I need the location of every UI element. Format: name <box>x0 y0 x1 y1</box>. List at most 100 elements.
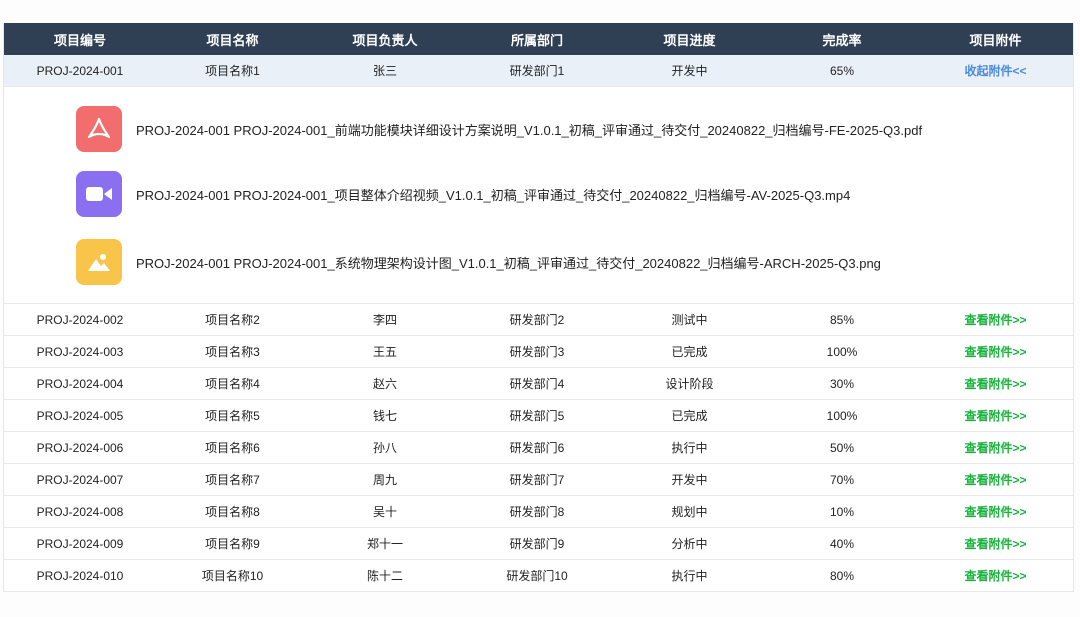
cell-progress: 设计阶段 <box>665 377 714 391</box>
video-file-icon <box>76 171 122 217</box>
cell-progress: 开发中 <box>671 473 708 487</box>
table-row: PROJ-2024-004 项目名称4 赵六 研发部门4 设计阶段 30% 查看附件>> <box>4 368 1073 400</box>
cell-progress: 分析中 <box>671 537 708 551</box>
cell-completion-rate: 85% <box>829 312 855 327</box>
cell-department: 研发部门1 <box>509 64 565 78</box>
view-attachments-link[interactable]: 查看附件>> <box>964 537 1026 551</box>
cell-owner: 孙八 <box>372 441 397 455</box>
cell-completion-rate: 65% <box>829 63 855 78</box>
cell-department: 研发部门4 <box>509 377 565 391</box>
cell-project-name: 项目名称9 <box>205 537 260 551</box>
attachment-file-name: PROJ-2024-001 PROJ-2024-001_前端功能模块详细设计方案… <box>136 122 923 138</box>
view-attachments-link[interactable]: 查看附件>> <box>964 473 1026 487</box>
view-attachments-link[interactable]: 查看附件>> <box>964 377 1026 391</box>
cell-completion-rate: 100% <box>826 344 858 359</box>
cell-project-id: PROJ-2024-002 <box>36 312 124 327</box>
cell-department: 研发部门2 <box>509 313 565 327</box>
table-row: PROJ-2024-006 项目名称6 孙八 研发部门6 执行中 50% 查看附件>> <box>4 432 1073 464</box>
cell-owner: 周九 <box>372 473 397 487</box>
image-file-icon <box>76 239 122 285</box>
cell-project-name: 项目名称1 <box>205 64 260 78</box>
cell-project-name: 项目名称3 <box>205 345 260 359</box>
cell-completion-rate: 80% <box>829 568 855 583</box>
cell-project-id: PROJ-2024-001 <box>36 63 124 78</box>
cell-owner: 李四 <box>372 313 397 327</box>
table-row: PROJ-2024-008 项目名称8 吴十 研发部门8 规划中 10% 查看附件>> <box>4 496 1073 528</box>
header-department: 所属部门 <box>510 32 563 48</box>
cell-project-name: 项目名称4 <box>205 377 260 391</box>
cell-project-name: 项目名称10 <box>201 569 264 583</box>
cell-department: 研发部门6 <box>509 441 565 455</box>
attachment-item-video[interactable]: PROJ-2024-001 PROJ-2024-001_项目整体介绍视频_V1.… <box>76 171 850 217</box>
table-row: PROJ-2024-009 项目名称9 郑十一 研发部门9 分析中 40% 查看附件>> <box>4 528 1073 560</box>
cell-owner: 郑十一 <box>366 537 403 551</box>
table-row: PROJ-2024-007 项目名称7 周九 研发部门7 开发中 70% 查看附件>> <box>4 464 1073 496</box>
cell-project-id: PROJ-2024-007 <box>36 472 124 487</box>
cell-project-id: PROJ-2024-005 <box>36 408 124 423</box>
cell-completion-rate: 10% <box>829 504 855 519</box>
view-attachments-link[interactable]: 查看附件>> <box>964 505 1026 519</box>
cell-project-id: PROJ-2024-010 <box>36 568 124 583</box>
pdf-file-icon <box>76 106 122 152</box>
attachment-file-name: PROJ-2024-001 PROJ-2024-001_系统物理架构设计图_V1… <box>136 255 881 271</box>
table-row: PROJ-2024-010 项目名称10 陈十二 研发部门10 执行中 80% 查看附件>> <box>4 560 1073 592</box>
cell-owner: 王五 <box>372 345 397 359</box>
cell-progress: 已完成 <box>671 409 708 423</box>
table-row: PROJ-2024-002 项目名称2 李四 研发部门2 测试中 85% 查看附件>> <box>4 304 1073 336</box>
cell-department: 研发部门3 <box>509 345 565 359</box>
cell-progress: 开发中 <box>671 64 708 78</box>
cell-project-id: PROJ-2024-004 <box>36 376 124 391</box>
cell-progress: 规划中 <box>671 505 708 519</box>
view-attachments-link[interactable]: 查看附件>> <box>964 441 1026 455</box>
cell-project-name: 项目名称6 <box>205 441 260 455</box>
cell-project-id: PROJ-2024-006 <box>36 440 124 455</box>
cell-project-id: PROJ-2024-003 <box>36 344 124 359</box>
header-completion-rate: 完成率 <box>822 32 862 48</box>
cell-owner: 赵六 <box>372 377 397 391</box>
attachment-file-name: PROJ-2024-001 PROJ-2024-001_项目整体介绍视频_V1.… <box>136 187 851 203</box>
cell-project-name: 项目名称8 <box>205 505 260 519</box>
cell-project-name: 项目名称2 <box>205 313 260 327</box>
cell-department: 研发部门9 <box>509 537 565 551</box>
project-table: 项目编号 项目名称 项目负责人 所属部门 项目进度 完成率 项目附件 PROJ-… <box>3 23 1074 592</box>
attachments-panel: PROJ-2024-001 PROJ-2024-001_前端功能模块详细设计方案… <box>4 87 1073 304</box>
cell-completion-rate: 40% <box>829 536 855 551</box>
cell-completion-rate: 50% <box>829 440 855 455</box>
attachment-item-pdf[interactable]: PROJ-2024-001 PROJ-2024-001_前端功能模块详细设计方案… <box>76 106 922 152</box>
cell-completion-rate: 70% <box>829 472 855 487</box>
header-progress: 项目进度 <box>663 32 716 48</box>
cell-completion-rate: 30% <box>829 376 855 391</box>
cell-progress: 测试中 <box>671 313 708 327</box>
cell-department: 研发部门10 <box>506 569 568 583</box>
cell-progress: 执行中 <box>671 569 708 583</box>
collapse-attachments-link[interactable]: 收起附件<< <box>964 64 1026 78</box>
cell-progress: 已完成 <box>671 345 708 359</box>
header-project-owner: 项目负责人 <box>352 32 418 48</box>
view-attachments-link[interactable]: 查看附件>> <box>964 569 1026 583</box>
view-attachments-link[interactable]: 查看附件>> <box>964 409 1026 423</box>
cell-department: 研发部门7 <box>509 473 565 487</box>
cell-project-id: PROJ-2024-009 <box>36 536 124 551</box>
view-attachments-link[interactable]: 查看附件>> <box>964 313 1026 327</box>
cell-project-id: PROJ-2024-008 <box>36 504 124 519</box>
cell-owner: 吴十 <box>372 505 397 519</box>
cell-owner: 张三 <box>372 64 397 78</box>
header-attachments: 项目附件 <box>969 32 1022 48</box>
table-header: 项目编号 项目名称 项目负责人 所属部门 项目进度 完成率 项目附件 <box>4 23 1073 55</box>
header-project-name: 项目名称 <box>206 32 259 48</box>
cell-owner: 陈十二 <box>366 569 403 583</box>
view-attachments-link[interactable]: 查看附件>> <box>964 345 1026 359</box>
cell-owner: 钱七 <box>372 409 397 423</box>
table-row: PROJ-2024-005 项目名称5 钱七 研发部门5 已完成 100% 查看附件>> <box>4 400 1073 432</box>
table-row-expanded: PROJ-2024-001 项目名称1 张三 研发部门1 开发中 65% 收起附… <box>4 55 1073 87</box>
header-project-id: 项目编号 <box>53 32 106 48</box>
cell-department: 研发部门8 <box>509 505 565 519</box>
cell-project-name: 项目名称5 <box>205 409 260 423</box>
cell-department: 研发部门5 <box>509 409 565 423</box>
cell-progress: 执行中 <box>671 441 708 455</box>
cell-project-name: 项目名称7 <box>205 473 260 487</box>
table-row: PROJ-2024-003 项目名称3 王五 研发部门3 已完成 100% 查看附件>> <box>4 336 1073 368</box>
table-body: PROJ-2024-002 项目名称2 李四 研发部门2 测试中 85% 查看附件>> PRO… <box>4 304 1073 592</box>
cell-completion-rate: 100% <box>826 408 858 423</box>
attachment-item-image[interactable]: PROJ-2024-001 PROJ-2024-001_系统物理架构设计图_V1… <box>76 239 881 285</box>
